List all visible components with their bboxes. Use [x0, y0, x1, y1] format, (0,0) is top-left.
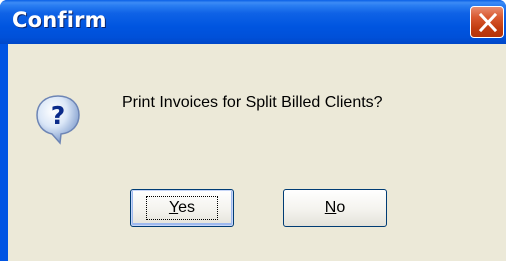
- yes-mnemonic: Y: [168, 199, 179, 216]
- dialog-body: ? Print Invoices for Split Billed Client…: [8, 44, 506, 261]
- yes-button-label: Yes: [145, 196, 219, 220]
- close-button[interactable]: [470, 6, 504, 38]
- question-icon: ?: [34, 93, 82, 152]
- no-rest: o: [336, 199, 346, 216]
- svg-text:?: ?: [51, 101, 66, 130]
- close-icon: [478, 12, 498, 33]
- confirm-dialog: Confirm ? Print Invoices for Split Bille…: [0, 0, 506, 261]
- window-title: Confirm: [12, 8, 107, 32]
- dialog-message: Print Invoices for Split Billed Clients?: [122, 94, 383, 111]
- title-bar[interactable]: Confirm: [0, 0, 506, 44]
- no-button[interactable]: No: [283, 189, 387, 227]
- yes-button[interactable]: Yes: [130, 189, 234, 227]
- yes-rest: es: [178, 199, 196, 216]
- no-button-label: No: [302, 196, 368, 220]
- no-mnemonic: N: [324, 199, 337, 216]
